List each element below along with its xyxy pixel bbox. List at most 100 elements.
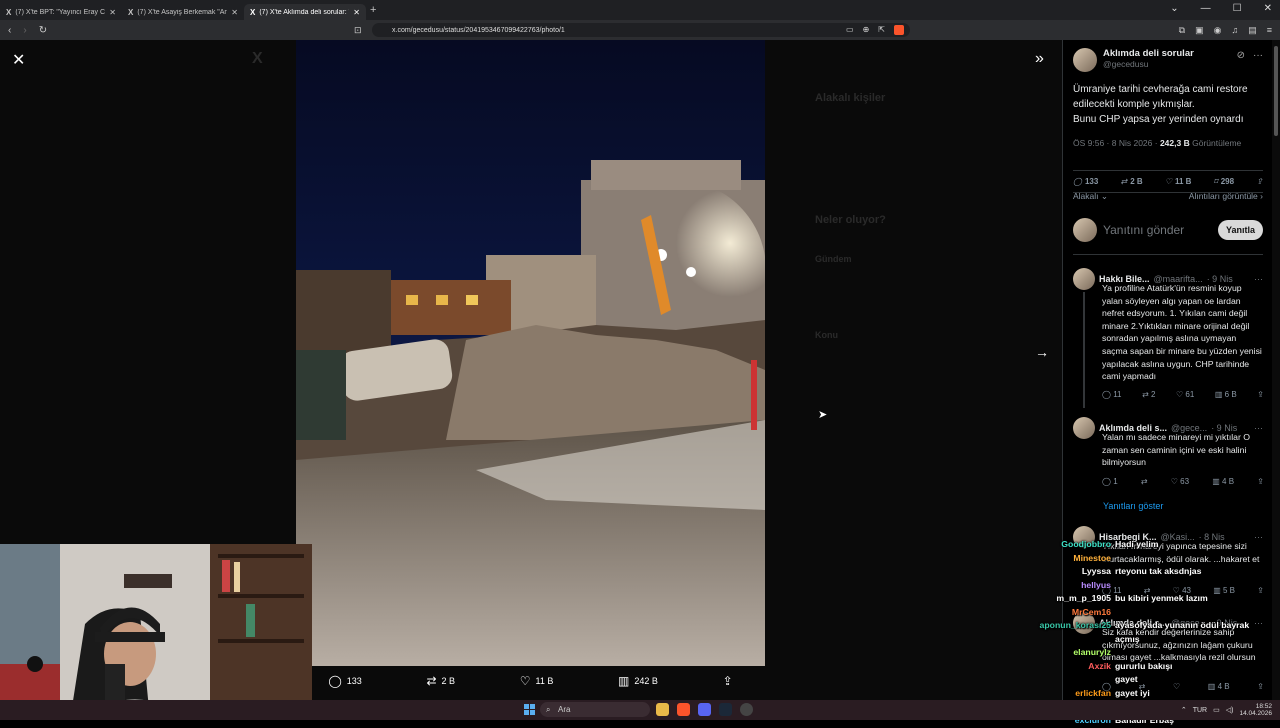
- reply-item[interactable]: Aklımda deli s... @gece... · 9 Nis ··· Y…: [1073, 417, 1263, 497]
- repost-icon: ⇄: [426, 674, 436, 688]
- repost-button[interactable]: ⇄2 B: [1120, 177, 1142, 186]
- chat-username[interactable]: aponun_korası25: [1040, 620, 1111, 634]
- close-tab-icon[interactable]: ✕: [353, 8, 360, 17]
- windows-start-icon[interactable]: [524, 704, 535, 715]
- new-tab-icon[interactable]: +: [370, 4, 376, 16]
- maximize-icon[interactable]: ☐: [1233, 3, 1242, 14]
- volume-icon[interactable]: ◁): [1226, 706, 1234, 714]
- chat-username[interactable]: MrCem16: [1072, 607, 1111, 621]
- chat-username[interactable]: m_m_p_1905: [1056, 593, 1111, 607]
- taskbar-search[interactable]: ⌕Ara: [540, 702, 650, 717]
- reply-stats: ◯ 11 ⇄ 2 ♡ 61 ▥ 6 B ⇪: [1102, 390, 1264, 399]
- sidebar-icon[interactable]: ▤: [1248, 25, 1257, 36]
- zoom-icon[interactable]: ⊕: [863, 25, 870, 35]
- cast-icon[interactable]: ▭: [846, 25, 854, 35]
- chat-message: açmış: [1020, 634, 1265, 648]
- wallet-icon[interactable]: ▣: [1195, 25, 1204, 36]
- chat-username[interactable]: Minestoe: [1073, 553, 1111, 567]
- show-replies-link[interactable]: Yanıtları göster: [1103, 501, 1163, 511]
- clock[interactable]: 18:52 14.04.2026: [1239, 703, 1272, 717]
- file-explorer-icon[interactable]: [656, 703, 669, 716]
- reply-button[interactable]: ◯ 11: [1102, 390, 1122, 399]
- webcam-overlay: [0, 544, 312, 720]
- extensions-icon[interactable]: ⧉: [1179, 25, 1185, 36]
- browser-tab[interactable]: X(7) X'te Asayiş Berkemak "Ankara'da✕: [122, 4, 244, 20]
- share-icon[interactable]: ⇪: [1257, 390, 1264, 399]
- bookmark-button[interactable]: ⌑298: [1214, 177, 1234, 186]
- views-button[interactable]: ▥242 B: [618, 674, 658, 688]
- minimize-icon[interactable]: —: [1201, 3, 1211, 14]
- expand-sidebar-icon[interactable]: »: [1035, 50, 1044, 68]
- chat-username[interactable]: Axzik: [1088, 661, 1111, 675]
- tab-search-icon[interactable]: ⌄: [1170, 3, 1178, 14]
- avatar[interactable]: [1073, 268, 1095, 290]
- chat-username[interactable]: hellyus: [1081, 580, 1111, 594]
- reply-input[interactable]: Yanıtını gönder: [1103, 223, 1212, 237]
- views-button[interactable]: ▥ 4 B: [1212, 477, 1234, 486]
- bar-chart-icon: ▥: [618, 674, 629, 688]
- language-indicator[interactable]: TUR: [1193, 707, 1207, 714]
- grok-icon[interactable]: ⊘: [1237, 50, 1245, 61]
- chat-username[interactable]: elanurylz: [1073, 647, 1111, 661]
- close-window-icon[interactable]: ✕: [1264, 3, 1272, 14]
- reply-button[interactable]: ◯133: [1073, 177, 1098, 186]
- like-button[interactable]: ♡ 63: [1171, 477, 1189, 486]
- address-bar[interactable]: x.com/gecedusu/status/204195346709942276…: [372, 23, 910, 37]
- windows-taskbar: ⌕Ara ⌃ TUR ▭ ◁) 18:52 14.04.2026: [0, 700, 1280, 720]
- share-icon: ⇪: [1256, 177, 1263, 186]
- like-button[interactable]: ♡11 B: [520, 674, 554, 688]
- network-icon[interactable]: ▭: [1213, 706, 1220, 714]
- views-button[interactable]: ▥ 6 B: [1215, 390, 1237, 399]
- reply-item[interactable]: Hakkı Bile... @maarifta... · 9 Nis ··· Y…: [1073, 268, 1263, 408]
- chat-message: erlickfangayet iyi: [1020, 688, 1265, 702]
- steam-icon[interactable]: [719, 703, 732, 716]
- avatar[interactable]: [1073, 417, 1095, 439]
- share-button[interactable]: ⇪: [1256, 177, 1263, 186]
- chat-username[interactable]: Goodjobbro: [1061, 539, 1111, 553]
- brave-browser-icon[interactable]: [677, 703, 690, 716]
- discord-icon[interactable]: [698, 703, 711, 716]
- share-icon[interactable]: ⇱: [878, 25, 885, 35]
- browser-tab[interactable]: X(7) X'te BPT: "Yayıncı Eray Can Özbem✕: [0, 4, 122, 20]
- chat-message: MrCem16: [1020, 607, 1265, 621]
- close-icon[interactable]: ✕: [12, 50, 25, 70]
- reply-button[interactable]: ◯133: [328, 674, 361, 688]
- back-icon[interactable]: ‹: [8, 25, 11, 36]
- reload-icon[interactable]: ↻: [39, 25, 47, 36]
- chat-username[interactable]: Lyyssa: [1082, 566, 1111, 580]
- close-tab-icon[interactable]: ✕: [109, 8, 116, 17]
- media-icon[interactable]: ♫: [1231, 25, 1238, 36]
- heart-icon: ♡: [520, 674, 531, 688]
- share-icon[interactable]: ⇪: [1257, 477, 1264, 486]
- obs-icon[interactable]: [740, 703, 753, 716]
- repost-button[interactable]: ⇄2 B: [426, 674, 455, 688]
- share-button[interactable]: ⇪: [723, 674, 733, 688]
- like-button[interactable]: ♡11 B: [1165, 177, 1192, 186]
- sidebar-scrollbar[interactable]: [1272, 40, 1280, 700]
- close-tab-icon[interactable]: ✕: [231, 8, 238, 17]
- reply-submit-button[interactable]: Yanıtla: [1218, 220, 1263, 240]
- reply-button[interactable]: ◯ 1: [1102, 477, 1118, 486]
- next-photo-icon[interactable]: →: [1035, 344, 1049, 360]
- bookmark-icon[interactable]: ⊡: [354, 25, 362, 36]
- repost-button[interactable]: ⇄: [1141, 477, 1148, 486]
- view-quotes-link[interactable]: Alıntıları görüntüle ›: [1189, 191, 1263, 202]
- scrollbar-thumb[interactable]: [1274, 46, 1278, 136]
- repost-button[interactable]: ⇄ 2: [1142, 390, 1155, 399]
- author-name[interactable]: Aklımda deli sorular: [1103, 48, 1194, 59]
- account-icon[interactable]: ◉: [1214, 25, 1222, 36]
- forward-icon[interactable]: ›: [23, 25, 26, 36]
- x-logo-icon: X: [252, 50, 263, 68]
- more-icon[interactable]: ···: [1253, 50, 1263, 61]
- tray-expand-icon[interactable]: ⌃: [1181, 706, 1187, 714]
- author-handle[interactable]: @gecedusu: [1103, 59, 1194, 69]
- browser-tab-active[interactable]: X(7) X'te Aklımda deli sorular: "Ü✕: [244, 4, 366, 20]
- like-button[interactable]: ♡ 61: [1176, 390, 1194, 399]
- chat-text: [1115, 580, 1265, 594]
- avatar[interactable]: [1073, 48, 1097, 72]
- chat-message: Axzikgururlu bakışı: [1020, 661, 1265, 675]
- chat-username[interactable]: erlickfan: [1075, 688, 1111, 702]
- menu-icon[interactable]: ≡: [1267, 25, 1272, 36]
- brave-shield-icon[interactable]: [894, 25, 904, 35]
- sort-dropdown[interactable]: Alakalı ⌄: [1073, 191, 1108, 202]
